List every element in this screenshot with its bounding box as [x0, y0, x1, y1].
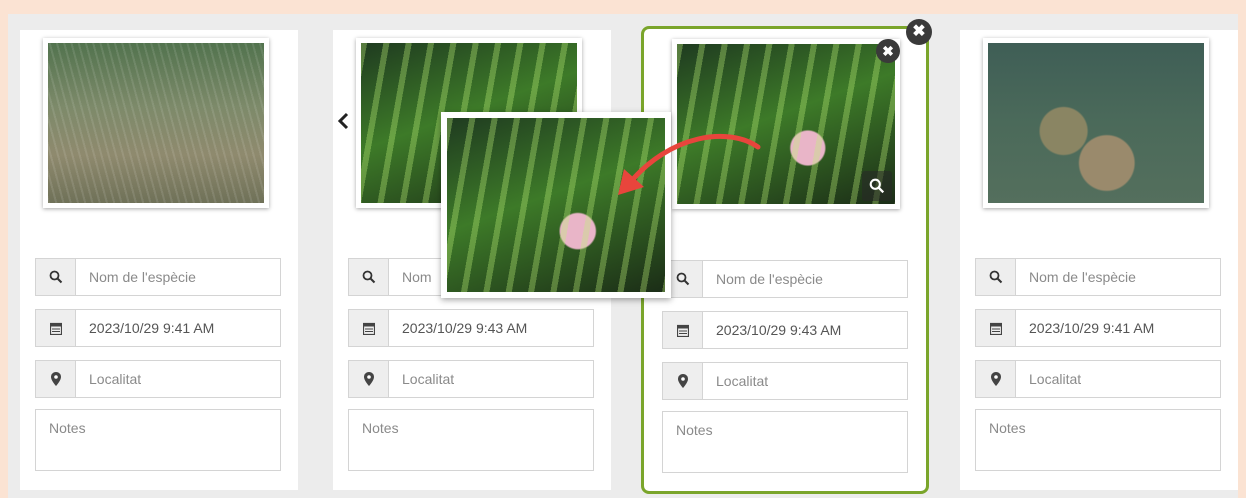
species-field[interactable]: Nom de l'espècie	[35, 258, 281, 296]
photo-image	[988, 43, 1204, 203]
datetime-field[interactable]: 2023/10/29 9:43 AM	[662, 311, 908, 349]
location-field[interactable]: Localitat	[348, 360, 594, 398]
location-placeholder: Localitat	[402, 371, 455, 387]
photo-card-1: Nom de l'espècie 2023/10/29 9:41 AM Loca…	[20, 30, 298, 490]
datetime-value: 2023/10/29 9:43 AM	[716, 322, 842, 338]
notes-textarea[interactable]: Notes	[662, 411, 908, 473]
calendar-icon	[976, 310, 1016, 346]
search-icon	[976, 259, 1016, 295]
map-marker-icon	[349, 361, 389, 397]
location-placeholder: Localitat	[1029, 371, 1082, 387]
map-marker-icon	[36, 361, 76, 397]
zoom-icon[interactable]	[862, 171, 892, 201]
drag-arrow-icon	[618, 134, 761, 195]
map-marker-icon	[976, 361, 1016, 397]
datetime-value: 2023/10/29 9:41 AM	[89, 320, 215, 336]
photo-thumbnail[interactable]	[43, 38, 269, 208]
photo-image	[48, 43, 264, 203]
calendar-icon	[349, 310, 389, 346]
datetime-field[interactable]: 2023/10/29 9:41 AM	[35, 309, 281, 347]
photo-thumbnail[interactable]	[983, 38, 1209, 208]
notes-textarea[interactable]: Notes	[35, 409, 281, 471]
location-placeholder: Localitat	[89, 371, 142, 387]
search-icon	[36, 259, 76, 295]
map-marker-icon	[663, 363, 703, 399]
location-field[interactable]: Localitat	[662, 362, 908, 400]
species-placeholder: Nom de l'espècie	[89, 269, 196, 285]
close-icon[interactable]: ✖	[906, 19, 932, 45]
location-placeholder: Localitat	[716, 373, 769, 389]
close-icon[interactable]: ✖	[876, 39, 900, 63]
species-placeholder: Nom de l'espècie	[716, 271, 823, 287]
notes-textarea[interactable]: Notes	[348, 409, 594, 471]
species-placeholder: Nom de l'espècie	[1029, 269, 1136, 285]
photo-card-3-selected[interactable]: ✖ Nom de l'espècie 2023/10/29 9:43 AM Lo…	[641, 26, 929, 494]
species-field[interactable]: Nom de l'espècie	[975, 258, 1221, 296]
location-field[interactable]: Localitat	[975, 360, 1221, 398]
search-icon	[349, 259, 389, 295]
datetime-value: 2023/10/29 9:43 AM	[402, 320, 528, 336]
datetime-field[interactable]: 2023/10/29 9:41 AM	[975, 309, 1221, 347]
chevron-left-icon[interactable]	[337, 112, 353, 132]
photo-card-4: Nom de l'espècie 2023/10/29 9:41 AM Loca…	[960, 30, 1238, 490]
location-field[interactable]: Localitat	[35, 360, 281, 398]
calendar-icon	[663, 312, 703, 348]
datetime-value: 2023/10/29 9:41 AM	[1029, 320, 1155, 336]
calendar-icon	[36, 310, 76, 346]
species-field[interactable]: Nom de l'espècie	[662, 260, 908, 298]
species-placeholder: Nom	[402, 269, 432, 285]
notes-textarea[interactable]: Notes	[975, 409, 1221, 471]
datetime-field[interactable]: 2023/10/29 9:43 AM	[348, 309, 594, 347]
